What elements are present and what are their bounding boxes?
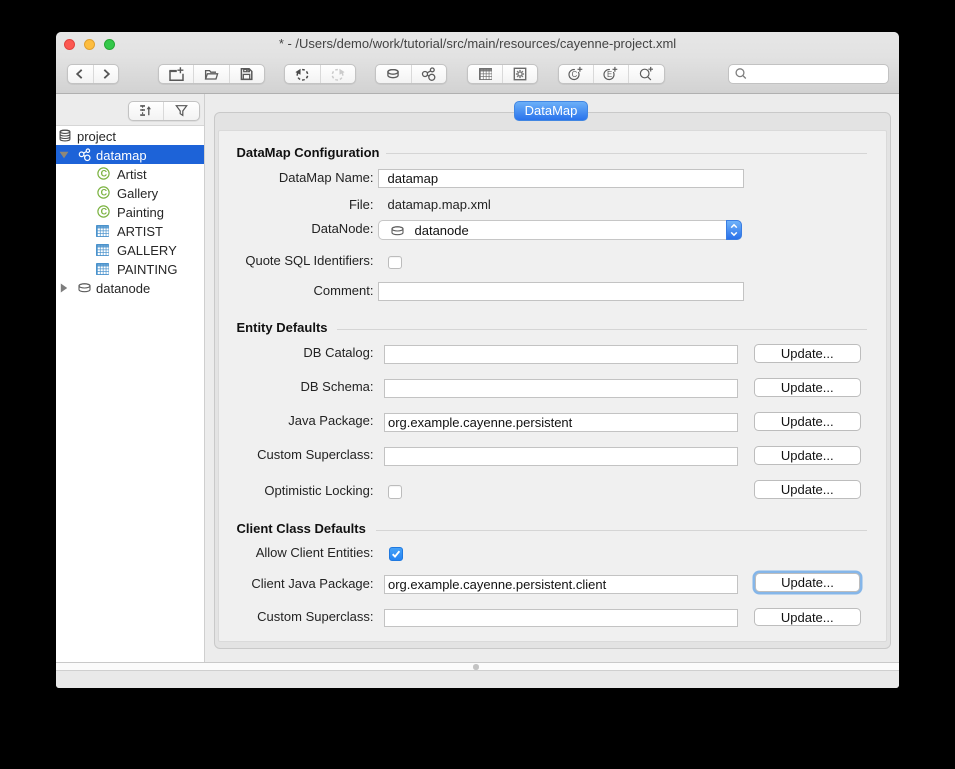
svg-text:C: C [572,70,578,79]
svg-text:C: C [100,207,107,217]
svg-text:C: C [100,169,107,179]
svg-text:C: C [100,188,107,198]
svg-text:E: E [607,70,612,79]
